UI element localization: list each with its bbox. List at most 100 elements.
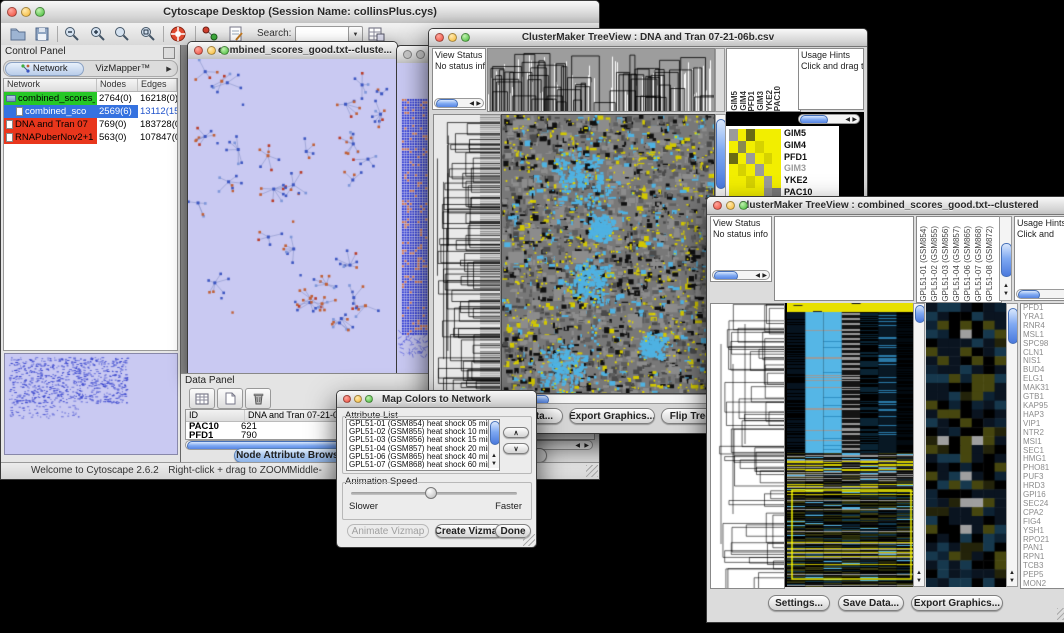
main-title-bar[interactable]: Cytoscape Desktop (Session Name: collins… bbox=[1, 1, 599, 24]
resize-grip[interactable] bbox=[523, 534, 535, 546]
scrollbar-thumb[interactable] bbox=[1018, 290, 1040, 299]
column-dendrogram-area[interactable] bbox=[774, 216, 914, 301]
treeview1-title-bar[interactable]: ClusterMaker TreeView : DNA and Tran 07-… bbox=[429, 29, 867, 47]
column-label[interactable]: GPL51-07 (GSM868) bbox=[974, 226, 985, 302]
minimize-icon[interactable] bbox=[448, 33, 457, 42]
scrollbar-thumb[interactable] bbox=[915, 305, 925, 323]
row-dendrogram[interactable] bbox=[433, 114, 501, 394]
delete-attribute-trash-icon[interactable] bbox=[245, 388, 271, 409]
create-vizmap-button[interactable]: Create Vizmap bbox=[435, 524, 503, 538]
minimize-icon[interactable] bbox=[21, 7, 31, 17]
scroll-up-icon[interactable]: ▲ bbox=[916, 570, 922, 576]
matrix-cell[interactable] bbox=[746, 153, 755, 165]
select-attributes-icon[interactable] bbox=[189, 388, 215, 409]
resize-grip[interactable] bbox=[1057, 608, 1064, 620]
resize-grip[interactable] bbox=[586, 465, 598, 477]
scrollbar-thumb[interactable] bbox=[714, 271, 738, 280]
matrix-cell[interactable] bbox=[746, 164, 755, 176]
column-label[interactable]: PFD1 bbox=[747, 91, 756, 111]
matrix-cell[interactable] bbox=[738, 176, 747, 188]
network-window-title-bar[interactable]: combined_scores_good.txt--cluste... bbox=[188, 42, 397, 60]
matrix-cell[interactable] bbox=[755, 141, 764, 153]
close-icon[interactable] bbox=[7, 7, 17, 17]
network-list-row[interactable]: DNA and Tran 07 769(0) 183728(0) bbox=[4, 118, 177, 131]
matrix-cell[interactable] bbox=[746, 176, 755, 188]
zoom-in-icon[interactable] bbox=[89, 25, 107, 43]
row-label[interactable]: PFD1 bbox=[784, 152, 812, 164]
matrix-cell[interactable] bbox=[746, 141, 755, 153]
heatmap-vscrollbar[interactable]: ▲ ▼ bbox=[913, 303, 925, 587]
minimize-icon[interactable] bbox=[207, 46, 216, 55]
matrix-cell[interactable] bbox=[746, 129, 755, 141]
move-down-button[interactable]: ∨ bbox=[503, 443, 529, 454]
collabel-vscrollbar[interactable]: ▲ ▼ bbox=[999, 216, 1012, 301]
row-label[interactable]: YKE2 bbox=[784, 175, 812, 187]
zoom-icon[interactable] bbox=[461, 33, 470, 42]
scrollbar-thumb[interactable] bbox=[716, 119, 726, 189]
scrollbar-thumb[interactable] bbox=[1008, 308, 1018, 344]
tab-vizmapper[interactable]: VizMapper™ bbox=[85, 62, 162, 76]
zoom-icon[interactable] bbox=[220, 46, 229, 55]
scroll-down-icon[interactable]: ▼ bbox=[1003, 291, 1009, 297]
open-file-icon[interactable] bbox=[9, 25, 27, 43]
attribute-list-scrollbar[interactable]: ▲ ▼ bbox=[488, 420, 499, 468]
help-lifering-icon[interactable] bbox=[169, 25, 187, 43]
detail-vscrollbar[interactable]: ▲ ▼ bbox=[1006, 303, 1018, 587]
column-label[interactable]: GPL51-02 (GSM855) bbox=[930, 226, 941, 302]
network-overview-thumbnail[interactable] bbox=[4, 353, 178, 455]
window-controls[interactable] bbox=[7, 1, 45, 23]
column-dendrogram[interactable] bbox=[487, 48, 715, 112]
dendrogram-splitter[interactable] bbox=[715, 48, 725, 112]
row-label[interactable]: GIM5 bbox=[784, 128, 812, 140]
row-dendrogram[interactable] bbox=[710, 303, 785, 589]
column-label[interactable]: GPL51-04 (GSM857) bbox=[952, 226, 963, 302]
dialog-title-bar[interactable]: Map Colors to Network bbox=[337, 391, 536, 408]
matrix-cell[interactable] bbox=[738, 164, 747, 176]
scrollbar-thumb[interactable] bbox=[436, 99, 458, 108]
matrix-cell[interactable] bbox=[738, 141, 747, 153]
minimize-icon[interactable] bbox=[726, 201, 735, 210]
scroll-left-icon[interactable]: ◀ bbox=[575, 443, 580, 449]
export-graphics-button[interactable]: Export Graphics... bbox=[569, 408, 655, 424]
scroll-right-icon[interactable]: ▶ bbox=[762, 273, 767, 279]
network-list-row[interactable]: combined_scores_ 2764(0) 16218(0) bbox=[4, 92, 177, 105]
save-icon[interactable] bbox=[33, 25, 51, 43]
row-label[interactable]: GIM4 bbox=[784, 140, 812, 152]
scroll-up-icon[interactable]: ▲ bbox=[491, 453, 497, 459]
scroll-up-icon[interactable]: ▲ bbox=[1009, 570, 1015, 576]
matrix-cell[interactable] bbox=[764, 153, 773, 165]
matrix-cell[interactable] bbox=[764, 129, 773, 141]
attribute-item[interactable]: GPL51-07 (GSM868) heat shock 60 min bbox=[347, 461, 499, 469]
zoom-out-icon[interactable] bbox=[63, 25, 81, 43]
scroll-down-icon[interactable]: ▼ bbox=[1009, 578, 1015, 584]
global-heatmap[interactable] bbox=[785, 303, 915, 587]
settings-button[interactable]: Settings... bbox=[768, 595, 830, 611]
usage-hints-scrollbar[interactable] bbox=[1016, 289, 1064, 299]
minimize-icon[interactable] bbox=[354, 395, 362, 403]
detail-heatmap-matrix[interactable] bbox=[729, 129, 781, 200]
column-label[interactable]: GPL51-01 (GSM854) bbox=[919, 226, 930, 302]
tab-network[interactable]: Network bbox=[5, 62, 84, 76]
matrix-cell[interactable] bbox=[764, 176, 773, 188]
column-label[interactable]: GPL51-08 (GSM872) bbox=[985, 226, 996, 302]
matrix-cell[interactable] bbox=[729, 141, 738, 153]
move-up-button[interactable]: ∧ bbox=[503, 427, 529, 438]
scroll-left-icon[interactable]: ◀ bbox=[469, 101, 474, 107]
zoom-icon[interactable] bbox=[35, 7, 45, 17]
network-window2-title-bar[interactable] bbox=[397, 46, 432, 64]
matrix-cell[interactable] bbox=[755, 176, 764, 188]
close-icon[interactable] bbox=[403, 50, 412, 59]
scrollbar-thumb[interactable] bbox=[800, 115, 828, 124]
export-graphics-button[interactable]: Export Graphics... bbox=[911, 595, 1003, 611]
matrix-cell[interactable] bbox=[755, 129, 764, 141]
animate-vizmap-button[interactable]: Animate Vizmap bbox=[347, 524, 429, 538]
global-heatmap[interactable] bbox=[501, 114, 715, 394]
scroll-right-icon[interactable]: ▶ bbox=[852, 117, 857, 123]
matrix-cell[interactable] bbox=[729, 129, 738, 141]
scroll-up-icon[interactable]: ▲ bbox=[1003, 283, 1009, 289]
column-label[interactable]: GPL51-03 (GSM856) bbox=[941, 226, 952, 302]
save-data-button[interactable]: Save Data... bbox=[838, 595, 904, 611]
column-label[interactable]: PAC10 bbox=[773, 86, 782, 111]
matrix-cell[interactable] bbox=[729, 176, 738, 188]
matrix-cell[interactable] bbox=[772, 141, 781, 153]
